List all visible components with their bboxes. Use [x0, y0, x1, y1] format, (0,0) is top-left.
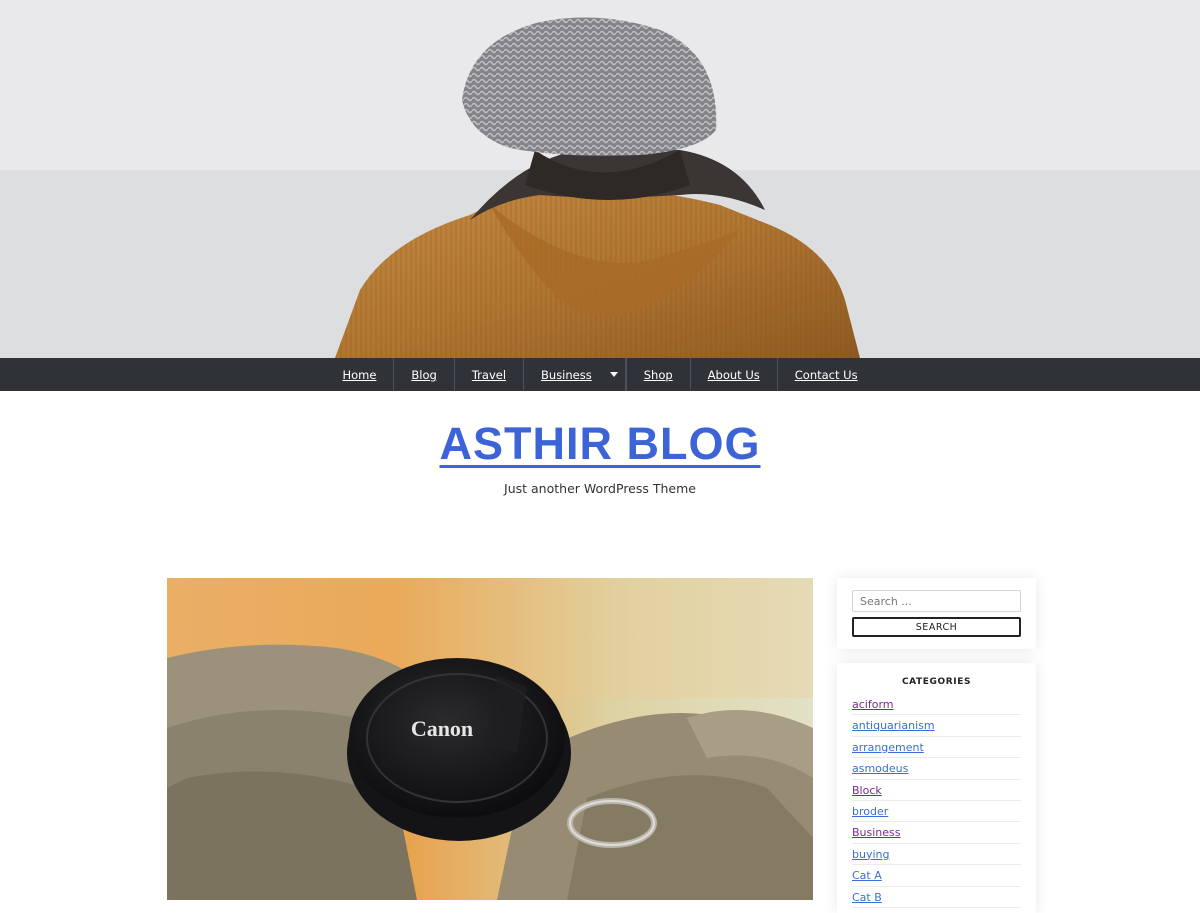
list-item: arrangement — [852, 737, 1021, 759]
nav-item-label: Blog — [411, 367, 437, 382]
nav-item-label: Travel — [471, 367, 507, 382]
search-widget: SEARCH — [837, 578, 1036, 649]
nav-item-label: Contact Us — [794, 367, 858, 382]
list-item: Cat A — [852, 865, 1021, 887]
categories-list: aciform antiquarianism arrangement asmod… — [852, 694, 1021, 908]
list-item: broder — [852, 801, 1021, 823]
category-link-cat-b[interactable]: Cat B — [852, 891, 882, 904]
header-hero-image — [0, 0, 1200, 358]
nav-item-label: Shop — [643, 367, 673, 382]
list-item: Cat B — [852, 887, 1021, 908]
nav-item-shop[interactable]: Shop — [625, 358, 690, 391]
site-title: ASTHIR BLOG — [0, 418, 1200, 470]
list-item: asmodeus — [852, 758, 1021, 780]
categories-widget: CATEGORIES aciform antiquarianism arrang… — [837, 663, 1036, 913]
list-item: antiquarianism — [852, 715, 1021, 737]
nav-item-blog[interactable]: Blog — [393, 358, 453, 391]
category-link-broder[interactable]: broder — [852, 805, 888, 818]
chevron-down-icon[interactable] — [609, 372, 618, 377]
categories-title: CATEGORIES — [901, 677, 972, 687]
post-featured-image[interactable]: Canon — [167, 578, 813, 900]
category-link-arrangement[interactable]: arrangement — [852, 741, 924, 754]
nav-item-label: Home — [342, 367, 377, 382]
lens-cap-brand-text: Canon — [411, 716, 473, 741]
site-title-link[interactable]: ASTHIR BLOG — [440, 418, 761, 469]
hero-illustration — [0, 0, 1200, 358]
category-link-cat-a[interactable]: Cat A — [852, 869, 882, 882]
camera-lens-photo: Canon — [167, 578, 813, 900]
category-link-antiquarianism[interactable]: antiquarianism — [852, 719, 935, 732]
list-item: aciform — [852, 694, 1021, 716]
list-item: buying — [852, 844, 1021, 866]
list-item: Business — [852, 822, 1021, 844]
nav-item-label: Business — [541, 367, 592, 382]
list-item: Block — [852, 780, 1021, 801]
search-button[interactable]: SEARCH — [852, 617, 1021, 637]
site-tagline: Just another WordPress Theme — [504, 481, 696, 496]
search-input[interactable] — [852, 590, 1021, 612]
nav-item-travel[interactable]: Travel — [453, 358, 523, 391]
nav-item-business[interactable]: Business — [523, 358, 626, 391]
main-navigation: Home Blog Travel Business Shop About Us … — [0, 358, 1200, 391]
category-link-asmodeus[interactable]: asmodeus — [852, 762, 908, 775]
nav-item-contact-us[interactable]: Contact Us — [776, 358, 875, 391]
nav-item-home[interactable]: Home — [325, 358, 393, 391]
category-link-aciform[interactable]: aciform — [852, 698, 894, 711]
category-link-business[interactable]: Business — [852, 826, 901, 839]
nav-item-about-us[interactable]: About Us — [689, 358, 777, 391]
nav-item-label: About Us — [707, 367, 760, 382]
category-link-buying[interactable]: buying — [852, 848, 889, 861]
category-link-block[interactable]: Block — [852, 784, 882, 797]
